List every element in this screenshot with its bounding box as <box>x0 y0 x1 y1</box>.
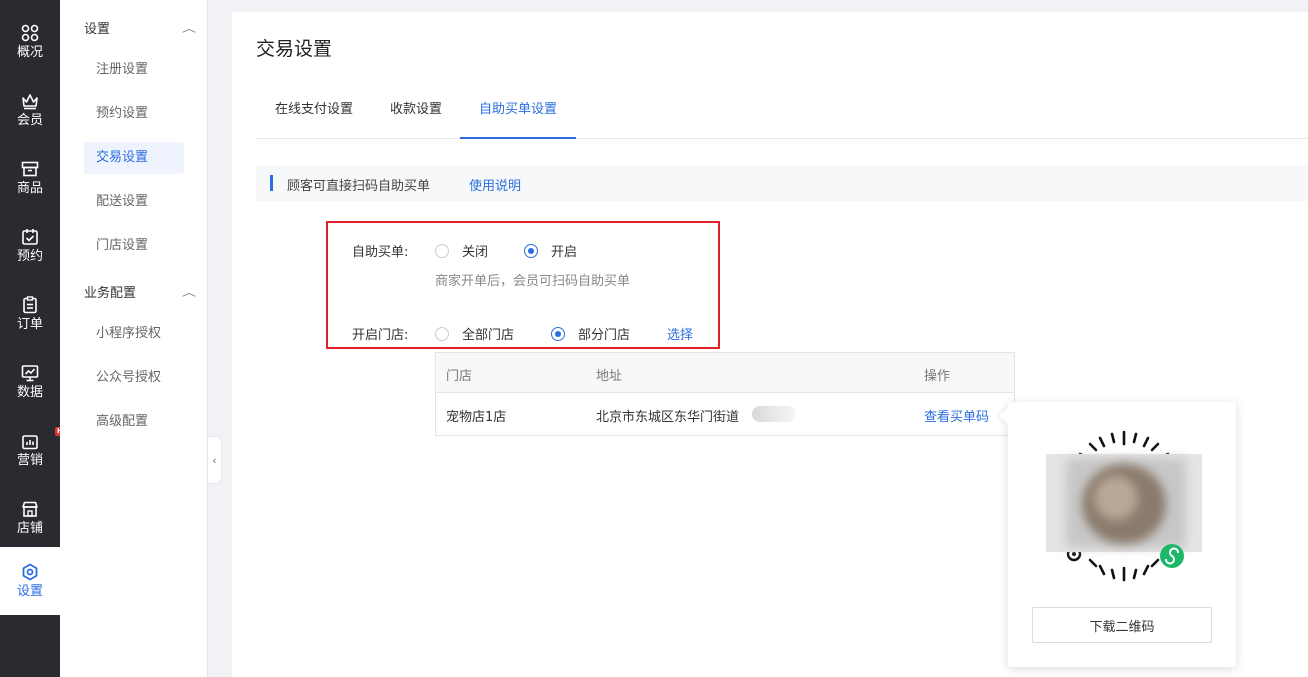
tab-self-checkout[interactable]: 自助买单设置 <box>460 90 576 139</box>
download-qr-button[interactable]: 下载二维码 <box>1032 607 1212 643</box>
col-header-action: 操作 <box>924 369 951 384</box>
nav-label: 设置 <box>16 583 43 599</box>
radio-label: 开启 <box>551 245 578 260</box>
tab-collection[interactable]: 收款设置 <box>388 90 444 139</box>
submenu-item-official-account[interactable]: 公众号授权 <box>84 362 184 394</box>
usage-guide-link[interactable]: 使用说明 <box>469 175 521 194</box>
nav-item-store[interactable]: 店铺 <box>0 484 60 552</box>
nav-label: 订单 <box>16 316 43 332</box>
nav-label: 会员 <box>16 112 43 128</box>
col-header-address: 地址 <box>596 369 623 384</box>
radio-circle <box>435 326 449 341</box>
chevron-up-icon: ︿ <box>182 288 196 299</box>
order-icon <box>23 295 37 313</box>
primary-nav: 概况 会员 商品 预约 订单 数据 HOT 营销 <box>0 0 76 677</box>
nav-item-appointments[interactable]: 预约 <box>0 212 60 280</box>
cell-store-name: 宠物店1店 <box>446 410 507 425</box>
marketing-icon <box>22 434 38 449</box>
calendar-check-icon <box>22 228 38 245</box>
table-header: 门店 地址 操作 <box>436 353 1014 393</box>
qr-code-popover: 下载二维码 <box>999 402 1236 667</box>
tab-bar: 在线支付设置 收款设置 自助买单设置 <box>256 90 1308 139</box>
nav-label: 预约 <box>16 248 43 264</box>
nav-item-members[interactable]: 会员 <box>0 76 60 144</box>
self-checkout-label: 自助买单: <box>352 245 409 260</box>
tab-online-payment[interactable]: 在线支付设置 <box>272 90 356 139</box>
submenu-group-settings[interactable]: 设置 ︿ <box>84 18 196 37</box>
submenu-group-label: 业务配置 <box>84 286 137 301</box>
self-checkout-hint: 商家开单后，会员可扫码自助买单 <box>435 274 631 289</box>
store-scope-label: 开启门店: <box>352 328 409 343</box>
nav-label: 数据 <box>16 384 43 400</box>
cell-address: 北京市东城区东华门街道 <box>596 410 740 425</box>
chevron-left-icon: ‹ <box>212 453 217 467</box>
radio-circle <box>524 243 538 258</box>
nav-item-settings[interactable]: 设置 <box>0 547 60 615</box>
notice-text: 顾客可直接扫码自助买单 <box>287 179 431 194</box>
submenu-item-stores[interactable]: 门店设置 <box>84 230 184 262</box>
nav-label: 概况 <box>16 44 43 60</box>
crown-icon <box>22 93 38 109</box>
col-header-store: 门店 <box>446 369 473 384</box>
chart-icon <box>21 364 39 381</box>
submenu-item-appointment[interactable]: 预约设置 <box>84 98 184 130</box>
radio-self-checkout-off[interactable]: 关闭 <box>435 241 488 260</box>
submenu-group-label: 设置 <box>84 22 111 37</box>
radio-all-stores[interactable]: 全部门店 <box>435 324 514 343</box>
radio-label: 部分门店 <box>578 328 631 343</box>
nav-item-data[interactable]: 数据 <box>0 348 60 416</box>
submenu-item-miniapp[interactable]: 小程序授权 <box>84 318 184 350</box>
redacted-address-tail <box>752 406 796 422</box>
collapse-menu-button[interactable]: ‹ <box>208 436 222 484</box>
settings-icon <box>22 563 38 580</box>
miniprogram-code-image <box>1046 430 1202 582</box>
radio-circle <box>435 243 449 258</box>
view-checkout-code-link[interactable]: 查看买单码 <box>924 406 989 425</box>
nav-item-marketing[interactable]: HOT 营销 <box>0 416 76 484</box>
nav-label: 商品 <box>16 180 43 196</box>
select-stores-link[interactable]: 选择 <box>667 324 693 343</box>
page-title: 交易设置 <box>256 38 333 60</box>
chevron-up-icon: ︿ <box>182 24 196 35</box>
submenu-group-business[interactable]: 业务配置 ︿ <box>84 282 196 301</box>
notice-accent-bar <box>270 175 273 191</box>
radio-partial-stores[interactable]: 部分门店 <box>551 324 630 343</box>
nav-label: 营销 <box>16 452 43 468</box>
radio-label: 全部门店 <box>462 328 515 343</box>
submenu-item-advanced[interactable]: 高级配置 <box>84 406 184 438</box>
box-icon <box>21 161 39 176</box>
submenu-item-trade[interactable]: 交易设置 <box>84 142 184 174</box>
radio-circle <box>551 326 565 341</box>
nav-label: 店铺 <box>16 520 43 536</box>
radio-label: 关闭 <box>462 245 489 260</box>
settings-submenu: 设置 ︿ 注册设置 预约设置 交易设置 配送设置 门店设置 业务配置 ︿ 小程序… <box>60 0 208 677</box>
store-icon <box>22 501 38 517</box>
nav-item-orders[interactable]: 订单 <box>0 280 60 348</box>
dashboard-icon <box>21 24 39 41</box>
submenu-item-delivery[interactable]: 配送设置 <box>84 186 184 218</box>
nav-item-products[interactable]: 商品 <box>0 144 60 212</box>
info-notice: 顾客可直接扫码自助买单 使用说明 <box>256 165 1308 201</box>
store-table: 门店 地址 操作 宠物店1店 北京市东城区东华门街道 查看买单码 <box>435 352 1015 436</box>
radio-self-checkout-on[interactable]: 开启 <box>524 241 577 260</box>
main-panel: 交易设置 在线支付设置 收款设置 自助买单设置 顾客可直接扫码自助买单 使用说明… <box>232 12 1308 677</box>
app-root: 概况 会员 商品 预约 订单 数据 HOT 营销 <box>0 0 1308 677</box>
nav-item-overview[interactable]: 概况 <box>0 8 60 76</box>
submenu-item-register[interactable]: 注册设置 <box>84 54 184 86</box>
